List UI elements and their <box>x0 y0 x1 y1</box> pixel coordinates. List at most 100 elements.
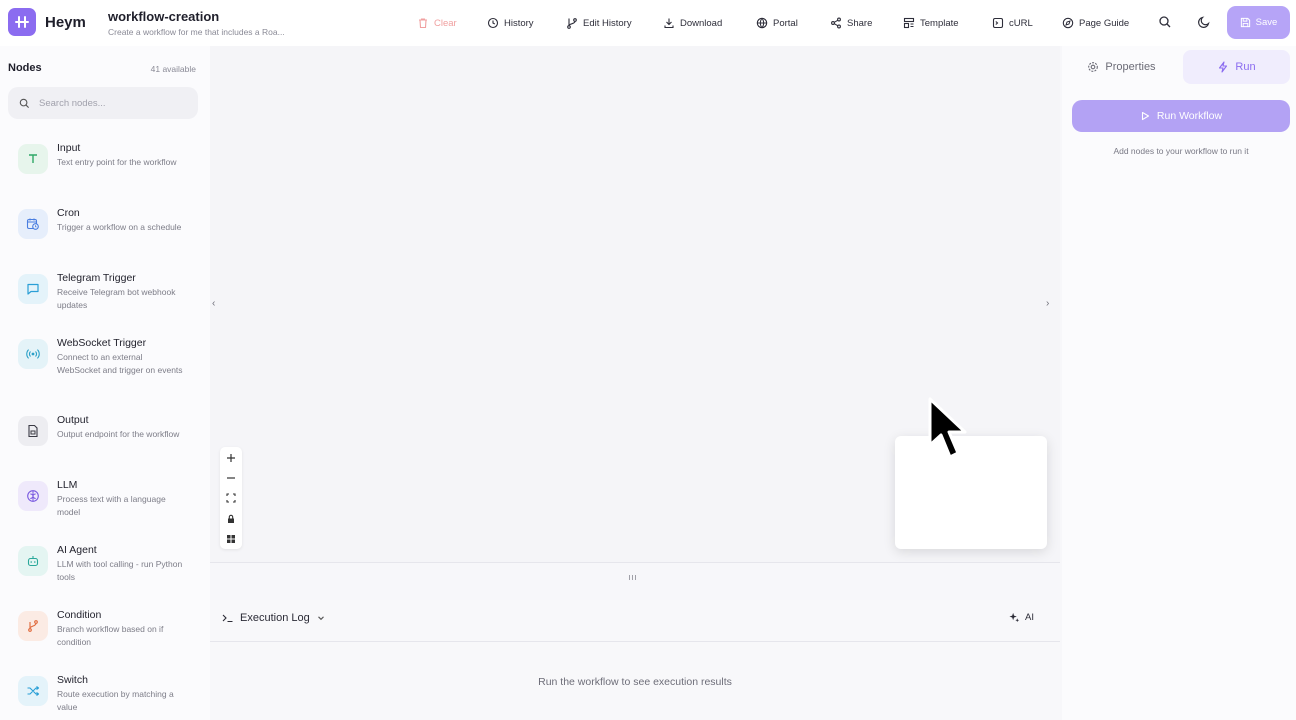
node-item-websocket-trigger[interactable]: WebSocket Trigger Connect to an external … <box>14 337 200 397</box>
calendar-clock-icon <box>18 209 48 239</box>
node-name: Condition <box>57 609 102 621</box>
tab-run[interactable]: Run <box>1183 50 1290 84</box>
clear-label: Clear <box>434 17 457 29</box>
node-item-llm[interactable]: LLM Process text with a language model <box>14 479 200 539</box>
template-label: Template <box>920 17 959 29</box>
grid-icon[interactable] <box>224 532 238 546</box>
run-hint: Add nodes to your workflow to run it <box>1113 146 1249 156</box>
history-label: History <box>504 17 534 29</box>
nodes-count: 41 available <box>150 64 196 74</box>
nodes-sidebar: Nodes 41 available Input Text entry point… <box>0 46 210 720</box>
lock-icon[interactable] <box>224 512 238 526</box>
portal-label: Portal <box>773 17 798 29</box>
moon-icon[interactable] <box>1197 15 1211 29</box>
node-description: Connect to an external WebSocket and tri… <box>57 352 183 375</box>
shuffle-icon <box>18 676 48 706</box>
node-description: Trigger a workflow on a schedule <box>57 222 182 232</box>
trash-icon <box>419 18 427 29</box>
node-description: Route execution by matching a value <box>57 689 174 712</box>
workflow-title[interactable]: workflow-creation <box>108 9 219 24</box>
execution-log-panel <box>210 600 1060 720</box>
node-search-input[interactable] <box>39 97 179 109</box>
play-icon <box>1141 111 1149 121</box>
page-guide-button[interactable]: Page Guide <box>1062 14 1129 32</box>
fit-view-icon[interactable] <box>224 491 238 505</box>
text-icon <box>18 144 48 174</box>
save-button[interactable]: Save <box>1227 6 1290 39</box>
node-item-switch[interactable]: Switch Route execution by matching a valu… <box>14 674 200 720</box>
terminal-icon <box>992 17 1004 29</box>
node-name: WebSocket Trigger <box>57 337 147 349</box>
node-name: LLM <box>57 479 78 491</box>
brand-name: Heym <box>45 14 86 31</box>
download-button[interactable]: Download <box>663 14 722 32</box>
curl-button[interactable]: cURL <box>992 14 1033 32</box>
zoom-out-icon[interactable] <box>224 471 238 485</box>
workflow-subtitle: Create a workflow for me that includes a… <box>108 27 285 37</box>
node-description: Branch workflow based on if condition <box>57 624 164 647</box>
node-name: Cron <box>57 207 80 219</box>
resize-handle[interactable] <box>629 575 638 580</box>
edit-history-button[interactable]: Edit History <box>566 14 632 32</box>
nodes-title: Nodes <box>8 62 42 74</box>
save-label: Save <box>1255 17 1278 28</box>
download-icon <box>664 18 674 29</box>
node-name: Telegram Trigger <box>57 272 136 284</box>
mouse-cursor-icon <box>928 397 967 459</box>
execution-log-toggle[interactable]: Execution Log <box>222 612 326 624</box>
tab-run-label: Run <box>1235 61 1256 73</box>
run-workflow-button[interactable]: Run Workflow <box>1072 100 1290 132</box>
gear-icon <box>1088 62 1099 72</box>
message-icon <box>18 274 48 304</box>
share-label: Share <box>847 17 873 29</box>
node-description: Process text with a language model <box>57 494 166 517</box>
template-button[interactable]: Template <box>903 14 959 32</box>
edit-history-label: Edit History <box>583 17 632 29</box>
node-item-output[interactable]: Output Output endpoint for the workflow <box>14 414 200 474</box>
logo[interactable] <box>8 8 36 36</box>
file-output-icon <box>18 416 48 446</box>
branch-icon <box>18 611 48 641</box>
radio-icon <box>18 339 48 369</box>
run-workflow-label: Run Workflow <box>1156 110 1223 122</box>
search-icon[interactable] <box>1158 15 1172 29</box>
download-label: Download <box>680 17 723 29</box>
share-button[interactable]: Share <box>830 14 872 32</box>
collapse-left-panel-icon[interactable]: ‹ <box>212 298 215 309</box>
share-icon <box>831 17 841 29</box>
execution-log-empty-state: Run the workflow to see execution result… <box>538 676 732 688</box>
bot-icon <box>18 546 48 576</box>
zoom-in-icon[interactable] <box>224 451 238 465</box>
search-icon <box>19 98 30 108</box>
node-item-condition[interactable]: Condition Branch workflow based on if con… <box>14 609 200 669</box>
execution-log-title: Execution Log <box>240 612 310 624</box>
node-name: AI Agent <box>57 544 97 556</box>
node-name: Output <box>57 414 89 426</box>
page-guide-label: Page Guide <box>1079 17 1130 29</box>
node-description: Output endpoint for the workflow <box>57 429 180 439</box>
collapse-right-panel-icon[interactable]: › <box>1046 298 1049 309</box>
history-button[interactable]: History <box>487 14 534 32</box>
template-icon <box>903 17 915 29</box>
terminal-icon <box>222 614 233 623</box>
ai-label: AI <box>1025 612 1034 623</box>
save-icon <box>1240 17 1250 28</box>
ai-assist-button[interactable]: AI <box>1009 612 1034 623</box>
globe-icon <box>756 17 768 29</box>
log-header-divider <box>210 641 1060 642</box>
node-description: LLM with tool calling - run Python tools <box>57 559 183 582</box>
node-item-telegram-trigger[interactable]: Telegram Trigger Receive Telegram bot web… <box>14 272 200 332</box>
node-item-cron[interactable]: Cron Trigger a workflow on a schedule <box>14 207 200 267</box>
node-item-input[interactable]: Input Text entry point for the workflow <box>14 142 200 202</box>
sparkles-icon <box>1009 612 1020 623</box>
header: Heym workflow-creation Create a workflow… <box>0 0 1296 46</box>
canvas-log-divider <box>210 562 1060 563</box>
canvas-controls <box>220 447 242 549</box>
chevron-down-icon <box>317 616 324 621</box>
node-search[interactable] <box>8 87 198 119</box>
tab-properties[interactable]: Properties <box>1068 50 1175 84</box>
node-item-ai-agent[interactable]: AI Agent LLM with tool calling - run Pyth… <box>14 544 200 604</box>
clear-button[interactable]: Clear <box>417 14 457 32</box>
portal-button[interactable]: Portal <box>756 14 798 32</box>
git-branch-icon <box>567 18 577 29</box>
